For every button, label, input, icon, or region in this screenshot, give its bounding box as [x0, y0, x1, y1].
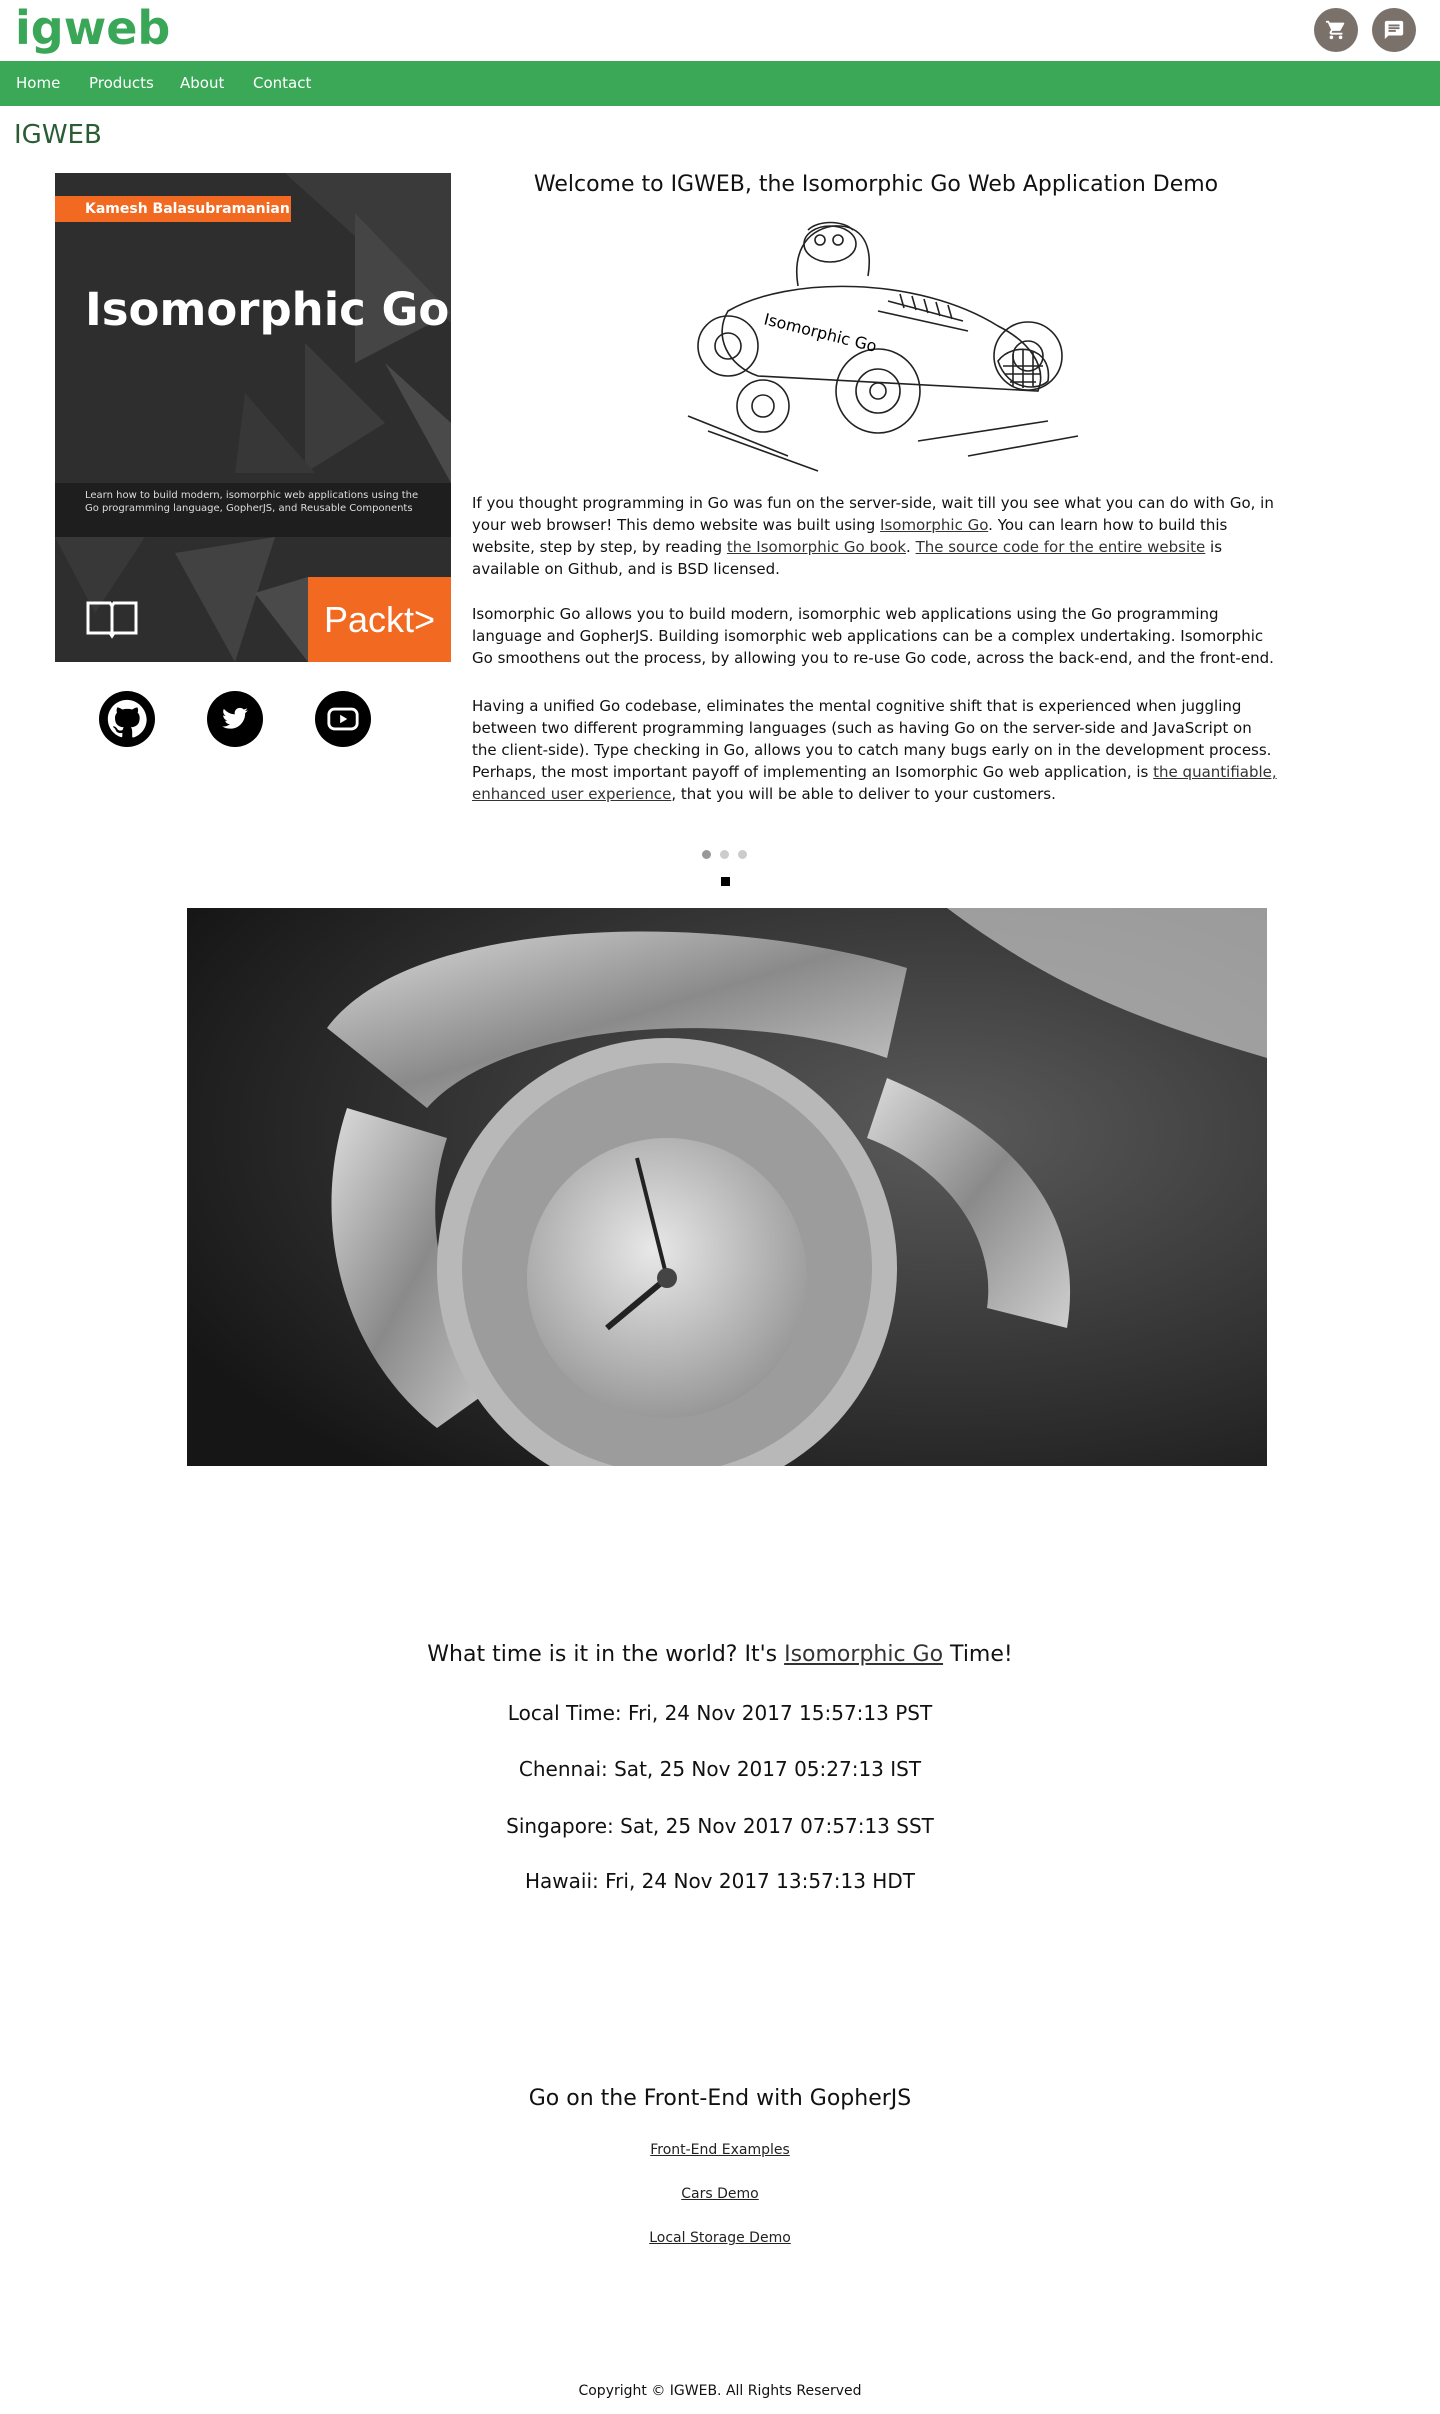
twitter-link[interactable]: [207, 691, 263, 747]
page-heading: IGWEB: [14, 120, 102, 150]
text: What time is it in the world? It's: [427, 1642, 785, 1667]
carousel-watch-image: [187, 908, 1267, 1466]
intro-paragraph: If you thought programming in Go was fun…: [472, 492, 1280, 580]
github-icon: [107, 699, 147, 738]
chat-button[interactable]: [1372, 8, 1416, 52]
text: Time!: [943, 1642, 1013, 1667]
chennai-time: Chennai: Sat, 25 Nov 2017 05:27:13 IST: [518, 1757, 922, 1781]
frontend-examples-link[interactable]: Front-End Examples: [650, 2142, 790, 2158]
singapore-time: Singapore: Sat, 25 Nov 2017 07:57:13 SST: [506, 1814, 934, 1838]
nav-home[interactable]: Home: [16, 61, 60, 106]
nav-products[interactable]: Products: [89, 61, 154, 106]
frontend-section-title: Go on the Front-End with GopherJS: [528, 2086, 912, 2111]
nav-contact[interactable]: Contact: [253, 61, 311, 106]
local-time: Local Time: Fri, 24 Nov 2017 15:57:13 PS…: [507, 1701, 933, 1725]
cart-button[interactable]: [1314, 8, 1358, 52]
local-storage-demo-link[interactable]: Local Storage Demo: [649, 2230, 791, 2246]
isomorphic-paragraph: Isomorphic Go allows you to build modern…: [472, 605, 1274, 667]
book-cover[interactable]: Kamesh Balasubramanian Isomorphic Go Lea…: [55, 173, 451, 662]
hawaii-time: Hawaii: Fri, 24 Nov 2017 13:57:13 HDT: [525, 1869, 915, 1893]
time-section-title: What time is it in the world? It's Isomo…: [0, 1642, 1440, 1667]
copyright: Copyright © IGWEB. All Rights Reserved: [578, 2383, 862, 2399]
youtube-icon: [327, 707, 359, 731]
github-link[interactable]: [99, 691, 155, 747]
cars-demo-link[interactable]: Cars Demo: [681, 2186, 758, 2202]
shopping-cart-icon: [1325, 20, 1345, 40]
welcome-title: Welcome to IGWEB, the Isomorphic Go Web …: [533, 172, 1219, 197]
codebase-paragraph: Having a unified Go codebase, eliminates…: [472, 695, 1280, 805]
text: .: [906, 538, 916, 556]
chat-bubble-icon: [1384, 20, 1404, 40]
isomorphic-go-link[interactable]: Isomorphic Go: [880, 516, 988, 534]
open-book-icon: [86, 601, 138, 639]
book-title: Isomorphic Go: [85, 283, 450, 336]
youtube-link[interactable]: [315, 691, 371, 747]
carousel-dots: [702, 850, 747, 859]
source-code-link[interactable]: The source code for the entire website: [916, 538, 1206, 556]
book-link[interactable]: the Isomorphic Go book: [727, 538, 906, 556]
top-bar: igweb: [0, 0, 1440, 61]
frontend-examples-item: Front-End Examples: [0, 2142, 1440, 2158]
carousel-dot-2[interactable]: [720, 850, 729, 859]
twitter-icon: [222, 707, 248, 729]
publisher-logo: Packt>: [308, 577, 451, 662]
carousel-dot-3[interactable]: [738, 850, 747, 859]
text: Having a unified Go codebase, eliminates…: [472, 697, 1272, 781]
site-logo[interactable]: igweb: [15, 0, 170, 56]
text: , that you will be able to deliver to yo…: [671, 785, 1056, 803]
local-storage-demo-item: Local Storage Demo: [0, 2230, 1440, 2246]
gopher-race-car-illustration: Isomorphic Go: [687, 221, 1079, 472]
main-nav: Home Products About Contact: [0, 61, 1440, 106]
cars-demo-item: Cars Demo: [0, 2186, 1440, 2202]
book-author: Kamesh Balasubramanian: [55, 196, 291, 222]
nav-about[interactable]: About: [180, 61, 224, 106]
carousel-dot-1[interactable]: [702, 850, 711, 859]
isomorphic-go-time-link[interactable]: Isomorphic Go: [784, 1642, 943, 1667]
book-blurb: Learn how to build modern, isomorphic we…: [85, 490, 419, 514]
carousel-pause-control[interactable]: [721, 877, 730, 886]
car-label: Isomorphic Go: [762, 309, 879, 355]
